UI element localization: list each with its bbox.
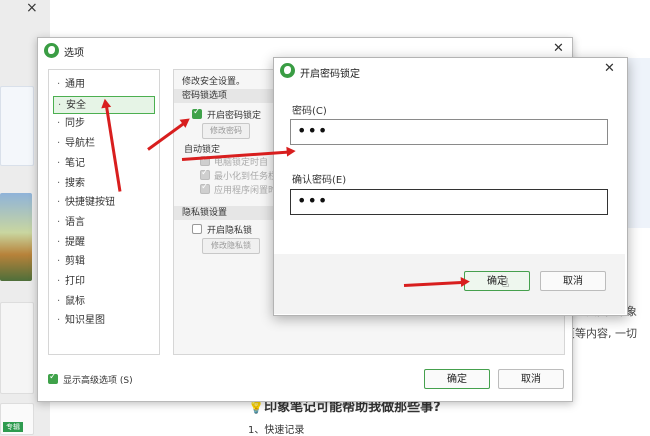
minimize-lock-checkbox[interactable]: [200, 168, 210, 180]
thumbnail-1[interactable]: [0, 86, 34, 166]
background-close-icon[interactable]: ×: [26, 0, 38, 16]
nav-item[interactable]: 打印: [53, 273, 155, 291]
password-input[interactable]: •••: [290, 119, 608, 145]
dialog-cancel-button[interactable]: 取消: [540, 271, 606, 291]
confirm-password-label: 确认密码(E): [292, 175, 347, 186]
thumbnail-2[interactable]: [0, 193, 32, 281]
nav-item[interactable]: 语言: [53, 214, 155, 232]
options-nav: 通用安全同步导航栏笔记搜索快捷键按钮语言提醒剪辑打印鼠标知识星图: [48, 69, 160, 355]
evernote-logo-icon: [44, 43, 59, 58]
enable-privacy-label: 开启隐私锁: [207, 226, 253, 236]
mouse-cursor-icon: ☝: [502, 276, 510, 290]
enable-lock-checkbox[interactable]: [192, 107, 202, 119]
evernote-logo-icon: [280, 63, 295, 78]
password-lock-dialog: 开启密码锁定 ✕ 密码(C) ••• 确认密码(E) ••• 确定 取消 ☝: [273, 57, 628, 316]
background-text-fragment: 页等内容, 一切: [564, 327, 637, 340]
nav-item[interactable]: 搜索: [53, 175, 155, 193]
nav-item[interactable]: 同步: [53, 115, 155, 133]
idle-lock-label: 应用程序闲置时: [214, 186, 278, 196]
nav-item[interactable]: 笔记: [53, 155, 155, 173]
confirm-password-input[interactable]: •••: [290, 189, 608, 215]
close-icon[interactable]: ✕: [604, 61, 615, 76]
ok-button[interactable]: 确定: [424, 369, 490, 389]
dialog-ok-button[interactable]: 确定: [464, 271, 530, 291]
change-password-button[interactable]: 修改密码: [202, 123, 250, 139]
enable-privacy-checkbox[interactable]: [192, 224, 202, 234]
options-title: 选项: [64, 48, 84, 59]
show-advanced-label: 显示高级选项 (S): [63, 376, 133, 386]
thumbnail-3[interactable]: [0, 302, 34, 394]
dialog-title: 开启密码锁定: [300, 69, 360, 80]
nav-item[interactable]: 剪辑: [53, 253, 155, 271]
nav-item[interactable]: 通用: [53, 76, 155, 94]
enable-lock-label: 开启密码锁定: [207, 111, 262, 121]
minimize-lock-label: 最小化到任务栏: [214, 172, 278, 182]
nav-item[interactable]: 导航栏: [53, 135, 155, 153]
show-advanced-checkbox[interactable]: [48, 372, 58, 384]
nav-item[interactable]: 快捷键按钮: [53, 194, 155, 212]
nav-item[interactable]: 知识星图: [53, 312, 155, 330]
thumbnail-badge: 专辑: [3, 422, 23, 432]
close-icon[interactable]: ✕: [553, 41, 564, 56]
panel-heading: 修改安全设置。: [182, 77, 246, 87]
change-privacy-button[interactable]: 修改隐私锁: [202, 238, 260, 254]
password-label: 密码(C): [292, 106, 327, 117]
idle-lock-checkbox[interactable]: [200, 182, 210, 194]
nav-item[interactable]: 提醒: [53, 234, 155, 252]
nav-item[interactable]: 鼠标: [53, 293, 155, 311]
document-subheading: 1、快速记录: [248, 425, 305, 436]
thumbnail-4[interactable]: 专辑: [0, 403, 34, 435]
cancel-button[interactable]: 取消: [498, 369, 564, 389]
